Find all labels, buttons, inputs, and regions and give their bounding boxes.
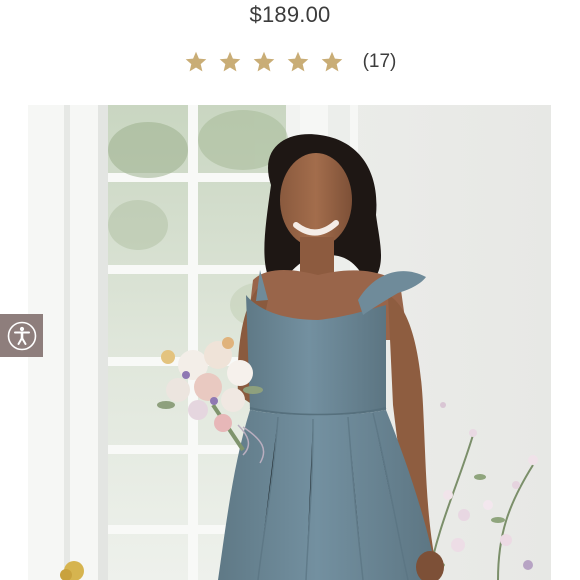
rating-stars xyxy=(184,50,344,74)
accessibility-button[interactable] xyxy=(0,314,43,357)
accessibility-person-icon xyxy=(7,321,36,350)
product-rating[interactable]: (17) xyxy=(0,47,580,77)
star-icon xyxy=(219,51,240,72)
product-photo[interactable] xyxy=(28,105,551,580)
star-icon xyxy=(185,51,206,72)
product-price: $189.00 xyxy=(249,2,331,27)
star-icon xyxy=(321,51,342,72)
photo-scene xyxy=(28,105,551,580)
review-count[interactable]: (17) xyxy=(363,51,397,73)
star-icon xyxy=(287,51,308,72)
star-icon xyxy=(253,51,274,72)
